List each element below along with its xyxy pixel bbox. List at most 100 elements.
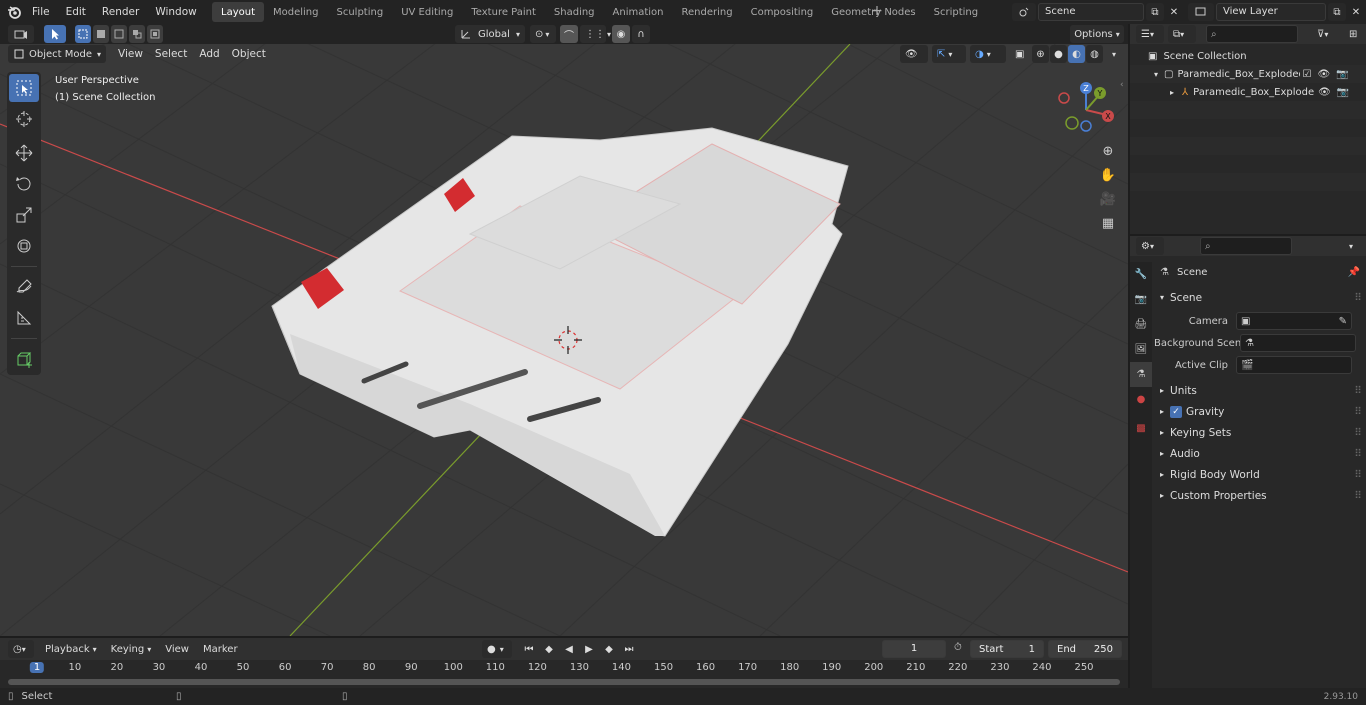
camera-view-icon[interactable]: 🎥 <box>1097 188 1119 212</box>
add-workspace-button[interactable]: + <box>869 4 885 20</box>
snap-target-dropdown[interactable]: ⋮⋮ ▾ <box>580 25 611 43</box>
timeline-menu-keying[interactable]: Keying ▾ <box>106 640 157 658</box>
tab-layout[interactable]: Layout <box>212 2 264 22</box>
select-mode-invert-icon[interactable] <box>129 25 145 43</box>
active-clip-field[interactable]: 🎬 <box>1236 356 1352 374</box>
properties-search-input[interactable]: ⌕ <box>1200 237 1292 255</box>
close-view-layer-icon[interactable]: ✕ <box>1348 3 1364 21</box>
drag-handle-icon[interactable]: ⠿ <box>1354 385 1362 397</box>
material-shading-icon[interactable]: ◐ <box>1068 45 1085 63</box>
visibility-eye-icon[interactable]: 👁 <box>1317 69 1330 80</box>
drag-handle-icon[interactable]: ⠿ <box>1354 448 1362 460</box>
tab-texture-paint[interactable]: Texture Paint <box>462 2 545 22</box>
blender-logo-icon[interactable] <box>6 4 22 20</box>
viewport-scene[interactable] <box>0 44 1128 636</box>
world-tab-icon[interactable]: ● <box>1130 387 1152 412</box>
camera-field[interactable]: ▣ ✎ <box>1236 312 1352 330</box>
pivot-point-dropdown[interactable]: ⊙ ▾ <box>530 25 556 43</box>
gravity-checkbox[interactable]: ✓ <box>1170 405 1183 418</box>
pan-hand-icon[interactable]: ✋ <box>1097 164 1119 188</box>
section-rigid-body-world[interactable]: ▸ Rigid Body World ⠿ <box>1154 464 1366 485</box>
navigation-gizmo[interactable]: Z Y X <box>1052 80 1122 140</box>
outliner-row-collection[interactable]: ▾ ▢ Paramedic_Box_Exploded_Vi ☑ 👁 📷 <box>1130 65 1366 83</box>
background-scene-field[interactable]: ⚗ <box>1240 334 1356 352</box>
options-dropdown[interactable]: Options ▾ <box>1070 25 1124 43</box>
select-box-tool-icon[interactable] <box>9 74 39 102</box>
filter-dropdown[interactable]: ⊽ ▾ <box>1312 25 1340 43</box>
output-tab-icon[interactable]: 🖨 <box>1130 312 1152 337</box>
drag-handle-icon[interactable]: ⠿ <box>1354 406 1362 418</box>
viewport-menu-object[interactable]: Object <box>226 44 272 64</box>
paramedic-box-model[interactable] <box>271 127 849 537</box>
stopwatch-icon[interactable]: ⏱ <box>954 642 962 653</box>
display-mode-dropdown[interactable]: ⧉ ▾ <box>1168 25 1196 43</box>
viewport-menu-select[interactable]: Select <box>149 44 193 64</box>
add-cube-tool-icon[interactable] <box>9 345 39 373</box>
scale-tool-icon[interactable] <box>9 201 39 229</box>
menu-edit[interactable]: Edit <box>58 0 94 24</box>
jump-start-icon[interactable]: ⏮ <box>520 640 538 658</box>
rotate-tool-icon[interactable] <box>9 170 39 198</box>
drag-handle-icon[interactable]: ⠿ <box>1354 292 1362 304</box>
scene-name-field[interactable]: Scene <box>1038 3 1144 21</box>
select-mode-extend-icon[interactable] <box>93 25 109 43</box>
tab-compositing[interactable]: Compositing <box>742 2 823 22</box>
scene-panel-header[interactable]: ▾ Scene ⠿ <box>1154 287 1366 308</box>
new-collection-icon[interactable]: ⊞ <box>1344 25 1360 43</box>
section-audio[interactable]: ▸ Audio ⠿ <box>1154 443 1366 464</box>
drag-handle-icon[interactable]: ⠿ <box>1354 427 1362 439</box>
timeline-menu-marker[interactable]: Marker <box>198 640 243 658</box>
gizmo-dropdown[interactable]: ⇱ ▾ <box>932 45 966 63</box>
scene-browse-button[interactable] <box>1012 3 1036 21</box>
eyedropper-icon[interactable]: ✎ <box>1339 316 1347 327</box>
outliner-search-input[interactable]: ⌕ <box>1206 25 1298 43</box>
transform-tool-icon[interactable] <box>9 232 39 260</box>
overlay-dropdown[interactable]: ◑ ▾ <box>970 45 1006 63</box>
viewport-menu-view[interactable]: View <box>112 44 149 64</box>
cursor-tool-icon[interactable] <box>9 105 39 133</box>
timeline-menu-playback[interactable]: Playback ▾ <box>40 640 102 658</box>
copy-scene-icon[interactable]: ⧉ <box>1146 3 1164 21</box>
current-frame-marker[interactable]: 1 <box>29 662 45 673</box>
sidebar-toggle-icon[interactable]: ‹ <box>1120 80 1124 90</box>
properties-options-icon[interactable]: ▾ <box>1344 237 1360 255</box>
texture-tab-icon[interactable]: ▩ <box>1130 412 1152 440</box>
select-mode-intersect-icon[interactable] <box>147 25 163 43</box>
tab-shading[interactable]: Shading <box>545 2 604 22</box>
tab-scripting[interactable]: Scripting <box>925 2 987 22</box>
select-mode-new-icon[interactable] <box>75 25 91 43</box>
drag-handle-icon[interactable]: ⠿ <box>1354 490 1362 502</box>
visibility-dropdown[interactable]: 👁 <box>900 45 928 63</box>
pin-icon[interactable]: 📌 <box>1348 267 1360 278</box>
play-icon[interactable]: ▶ <box>580 640 598 658</box>
start-frame-field[interactable]: Start 1 <box>970 640 1044 658</box>
section-units[interactable]: ▸ Units ⠿ <box>1154 380 1366 401</box>
viewport-menu-add[interactable]: Add <box>193 44 225 64</box>
view-layer-tab-icon[interactable]: 🖼 <box>1130 337 1152 362</box>
include-checkbox-icon[interactable]: ☑ <box>1302 69 1311 80</box>
solid-shading-icon[interactable]: ● <box>1050 45 1067 63</box>
tab-sculpting[interactable]: Sculpting <box>328 2 393 22</box>
current-frame-field[interactable]: 1 <box>882 640 946 658</box>
render-camera-icon[interactable]: 📷 <box>1336 69 1348 80</box>
timeline-menu-view[interactable]: View <box>160 640 194 658</box>
wireframe-shading-icon[interactable]: ⊕ <box>1032 45 1049 63</box>
shading-options-icon[interactable]: ▾ <box>1107 45 1121 63</box>
section-custom-properties[interactable]: ▸ Custom Properties ⠿ <box>1154 485 1366 506</box>
outliner-row-scene-collection[interactable]: ▣ Scene Collection <box>1130 47 1366 65</box>
jump-end-icon[interactable]: ⏭ <box>620 640 638 658</box>
xray-toggle-icon[interactable]: ▣ <box>1010 45 1026 63</box>
proportional-edit-icon[interactable]: ◉ <box>612 25 630 43</box>
close-scene-icon[interactable]: ✕ <box>1166 3 1182 21</box>
falloff-icon[interactable]: ∩ <box>632 25 650 43</box>
copy-view-layer-icon[interactable]: ⧉ <box>1328 3 1346 21</box>
object-mode-dropdown[interactable]: Object Mode ▾ <box>8 45 106 63</box>
properties-editor-type-button[interactable]: ⚙ ▾ <box>1136 237 1164 255</box>
play-reverse-icon[interactable]: ◀ <box>560 640 578 658</box>
section-keying-sets[interactable]: ▸ Keying Sets ⠿ <box>1154 422 1366 443</box>
measure-tool-icon[interactable] <box>9 304 39 332</box>
tab-uv-editing[interactable]: UV Editing <box>392 2 462 22</box>
section-gravity[interactable]: ▸ ✓ Gravity ⠿ <box>1154 401 1366 422</box>
frame-ruler[interactable]: 1 10 20 30 40 50 60 70 80 90 100 110 120 130 140 150 160… <box>0 662 1128 678</box>
record-toggle-button[interactable]: ● ▾ <box>482 640 512 658</box>
